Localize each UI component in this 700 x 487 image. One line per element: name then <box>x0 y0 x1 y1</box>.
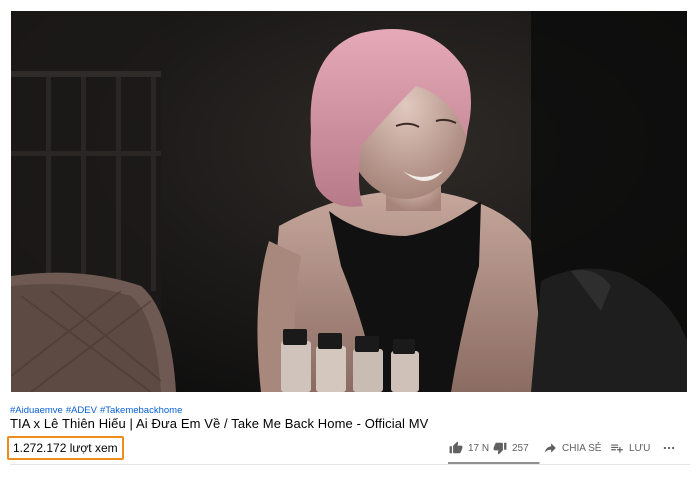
share-button[interactable]: CHIA SẺ <box>543 441 610 455</box>
video-page: #Aiduaemve #ADEV #Takemebackhome TIA x Lê … <box>0 0 700 487</box>
hashtag-link[interactable]: #Takemebackhome <box>100 405 182 416</box>
video-player[interactable] <box>11 11 687 392</box>
dislike-count: 257 <box>512 442 529 454</box>
share-label: CHIA SẺ <box>562 442 602 454</box>
video-actions: 17 N 257 CHIA SẺ LƯU <box>446 438 676 458</box>
video-title: TIA x Lê Thiên Hiếu | Ai Đưa Em Về / Tak… <box>10 416 429 431</box>
dislike-button[interactable]: 257 <box>493 441 543 455</box>
hashtag-link[interactable]: #Aiduaemve <box>10 405 63 416</box>
thumbs-up-icon <box>449 441 463 454</box>
video-frame <box>11 11 687 392</box>
hashtag-list: #Aiduaemve #ADEV #Takemebackhome <box>10 405 185 416</box>
thumbs-down-icon <box>493 442 507 455</box>
more-actions-button[interactable] <box>662 441 676 455</box>
share-arrow-icon <box>544 443 556 453</box>
playlist-add-icon <box>611 444 623 453</box>
save-label: LƯU <box>629 442 651 454</box>
divider <box>10 464 690 465</box>
more-horizontal-icon <box>663 446 675 450</box>
save-button[interactable]: LƯU <box>610 441 662 455</box>
hashtag-link[interactable]: #ADEV <box>66 405 97 416</box>
like-button[interactable]: 17 N <box>449 441 493 455</box>
view-count: 1.272.172 lượt xem <box>7 436 124 460</box>
like-count: 17 N <box>468 442 490 454</box>
